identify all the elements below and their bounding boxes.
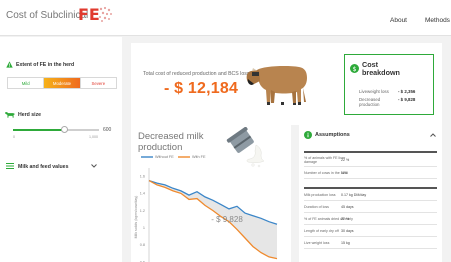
cost-breakdown-title: Cost breakdown bbox=[362, 60, 400, 77]
severity-moderate[interactable]: Moderate bbox=[44, 78, 80, 88]
liveweight-loss-label: Liveweight loss bbox=[359, 89, 389, 94]
legend-without-fe: Without FE bbox=[155, 155, 174, 159]
loss-annotation: - $ 9,828 bbox=[211, 215, 243, 224]
assumption-value[interactable]: 45 days bbox=[341, 205, 354, 209]
nav-methods[interactable]: Methods bbox=[425, 17, 450, 24]
assumption-row: Milk production loss 0.17 kg DM/day bbox=[304, 189, 437, 201]
herd-size-slider[interactable] bbox=[13, 126, 99, 133]
app-title: Cost of Subclinical bbox=[6, 10, 89, 21]
severity-mild[interactable]: Mild bbox=[8, 78, 45, 88]
cow-illustration bbox=[246, 66, 307, 105]
assumptions-title: Assumptions bbox=[315, 132, 350, 138]
decreased-production-value: - $ 9,828 bbox=[398, 97, 416, 102]
assumption-row: % of animals with FE liver damage 22 % bbox=[304, 153, 437, 167]
herd-size-value: 600 bbox=[103, 127, 112, 133]
legend-with-fe-swatch bbox=[178, 156, 190, 158]
chevron-up-icon[interactable] bbox=[430, 133, 436, 137]
dollar-icon: $ bbox=[350, 64, 359, 73]
chevron-down-icon[interactable] bbox=[91, 164, 97, 168]
herd-size-max: 1,000 bbox=[89, 135, 98, 139]
assumption-label: Live weight loss bbox=[304, 240, 330, 245]
severity-toggle: Mild Moderate Severe bbox=[7, 77, 117, 89]
legend-without-fe-swatch bbox=[141, 156, 153, 158]
sidebar bbox=[0, 37, 122, 262]
cost-breakdown-card: $ Cost breakdown Liveweight loss - $ 2,3… bbox=[344, 54, 434, 115]
decreased-production-label: Decreased production bbox=[359, 97, 381, 107]
milk-chart: 1.61.41.210.80.6Milk solids (kgms/cow/da… bbox=[134, 168, 278, 262]
app-header: Cost of Subclinical FE About Methods bbox=[0, 0, 451, 36]
assumption-value[interactable]: 0.17 kg DM/day bbox=[341, 193, 366, 197]
legend-with-fe: With FE bbox=[192, 155, 206, 159]
warning-icon bbox=[6, 61, 13, 68]
assumption-value[interactable]: 15 kg bbox=[341, 241, 350, 245]
logo-icon bbox=[99, 6, 112, 22]
nav-about[interactable]: About bbox=[390, 17, 407, 24]
herd-size-slider-fill bbox=[13, 129, 65, 131]
assumption-value[interactable]: 30 days bbox=[341, 229, 354, 233]
extent-title: Extent of FE in the herd bbox=[16, 62, 75, 68]
assumption-value[interactable]: 22 % bbox=[341, 158, 349, 162]
info-icon bbox=[304, 131, 312, 139]
assumption-label: Duration of loss bbox=[304, 204, 329, 209]
liveweight-loss-value: - $ 2,356 bbox=[398, 89, 416, 94]
y-tick-label: 1.2 bbox=[140, 209, 145, 213]
y-axis-label: Milk solids (kgms/cow/day) bbox=[134, 196, 138, 239]
assumption-label: Length of early dry off bbox=[304, 228, 339, 233]
y-tick-label: 1.6 bbox=[140, 175, 145, 179]
y-tick-label: 1 bbox=[143, 226, 145, 230]
list-icon bbox=[6, 163, 14, 169]
cow-icon bbox=[5, 112, 15, 118]
y-tick-label: 0.8 bbox=[140, 243, 145, 247]
assumption-value[interactable]: 120 bbox=[341, 171, 347, 175]
y-tick-label: 1.4 bbox=[140, 192, 145, 196]
assumption-label: % of animals with FE liver damage bbox=[304, 155, 346, 164]
assumption-row: Duration of loss 45 days bbox=[304, 201, 437, 213]
svg-text:$: $ bbox=[352, 66, 356, 73]
total-cost-label: Total cost of reduced production and BCS… bbox=[143, 71, 250, 77]
assumption-row: Number of cows in the herd 120 bbox=[304, 167, 437, 179]
assumption-row: Length of early dry off 30 days bbox=[304, 225, 437, 237]
assumptions-panel: Assumptions % of animals with FE liver da… bbox=[299, 124, 442, 262]
severity-severe[interactable]: Severe bbox=[79, 78, 116, 88]
assumption-row: Live weight loss 15 kg bbox=[304, 237, 437, 249]
assumption-row: % of FE animals dried off early 22 % bbox=[304, 213, 437, 225]
milk-chart-title: Decreased milk production bbox=[138, 131, 204, 153]
assumption-label: Milk production loss bbox=[304, 192, 336, 197]
herd-size-title: Herd size bbox=[18, 112, 42, 118]
total-cost-value: - $ 12,184 bbox=[164, 80, 239, 97]
milk-feed-title[interactable]: Milk and feed values bbox=[18, 164, 68, 170]
assumption-value[interactable]: 22 % bbox=[341, 217, 349, 221]
herd-size-min: 0 bbox=[13, 135, 15, 139]
